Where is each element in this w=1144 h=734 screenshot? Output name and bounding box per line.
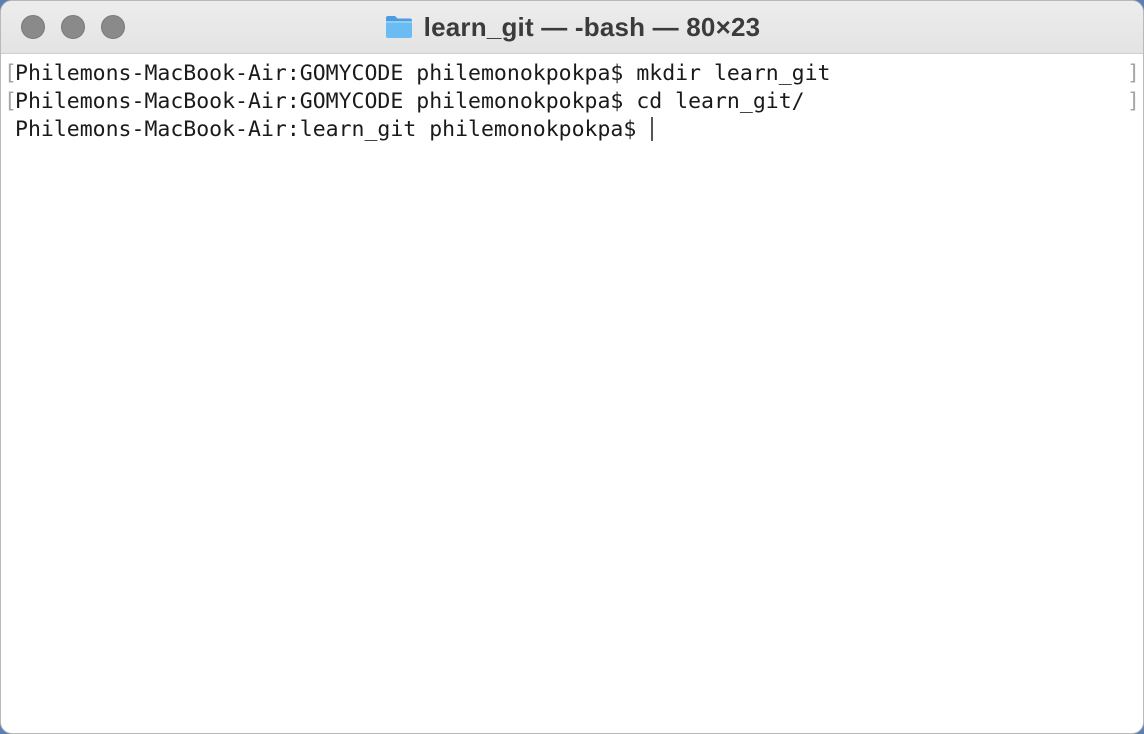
terminal-line: [ Philemons-MacBook-Air:GOMYCODE philemo… bbox=[1, 88, 1143, 116]
window-title: learn_git — -bash — 80×23 bbox=[423, 11, 761, 42]
terminal-line: [ Philemons-MacBook-Air:GOMYCODE philemo… bbox=[1, 60, 1143, 88]
folder-icon[interactable] bbox=[384, 14, 414, 40]
terminal-content[interactable]: [ Philemons-MacBook-Air:GOMYCODE philemo… bbox=[1, 54, 1143, 733]
title-bar[interactable]: learn_git — -bash — 80×23 bbox=[1, 1, 1143, 54]
mark-bracket-right: ] bbox=[1127, 61, 1140, 86]
terminal-prompt-line[interactable]: Philemons-MacBook-Air:learn_git philemon… bbox=[1, 116, 1143, 144]
terminal-line-text: Philemons-MacBook-Air:GOMYCODE philemono… bbox=[15, 89, 805, 114]
text-cursor bbox=[651, 116, 654, 141]
mark-bracket-right: ] bbox=[1127, 89, 1140, 114]
terminal-prompt[interactable]: Philemons-MacBook-Air:learn_git philemon… bbox=[15, 116, 654, 144]
terminal-line-text: Philemons-MacBook-Air:GOMYCODE philemono… bbox=[15, 61, 831, 86]
prompt-text: Philemons-MacBook-Air:learn_git philemon… bbox=[15, 117, 650, 142]
window-title-group: learn_git — -bash — 80×23 bbox=[1, 1, 1143, 53]
terminal-window: learn_git — -bash — 80×23 [ Philemons-Ma… bbox=[0, 0, 1144, 734]
